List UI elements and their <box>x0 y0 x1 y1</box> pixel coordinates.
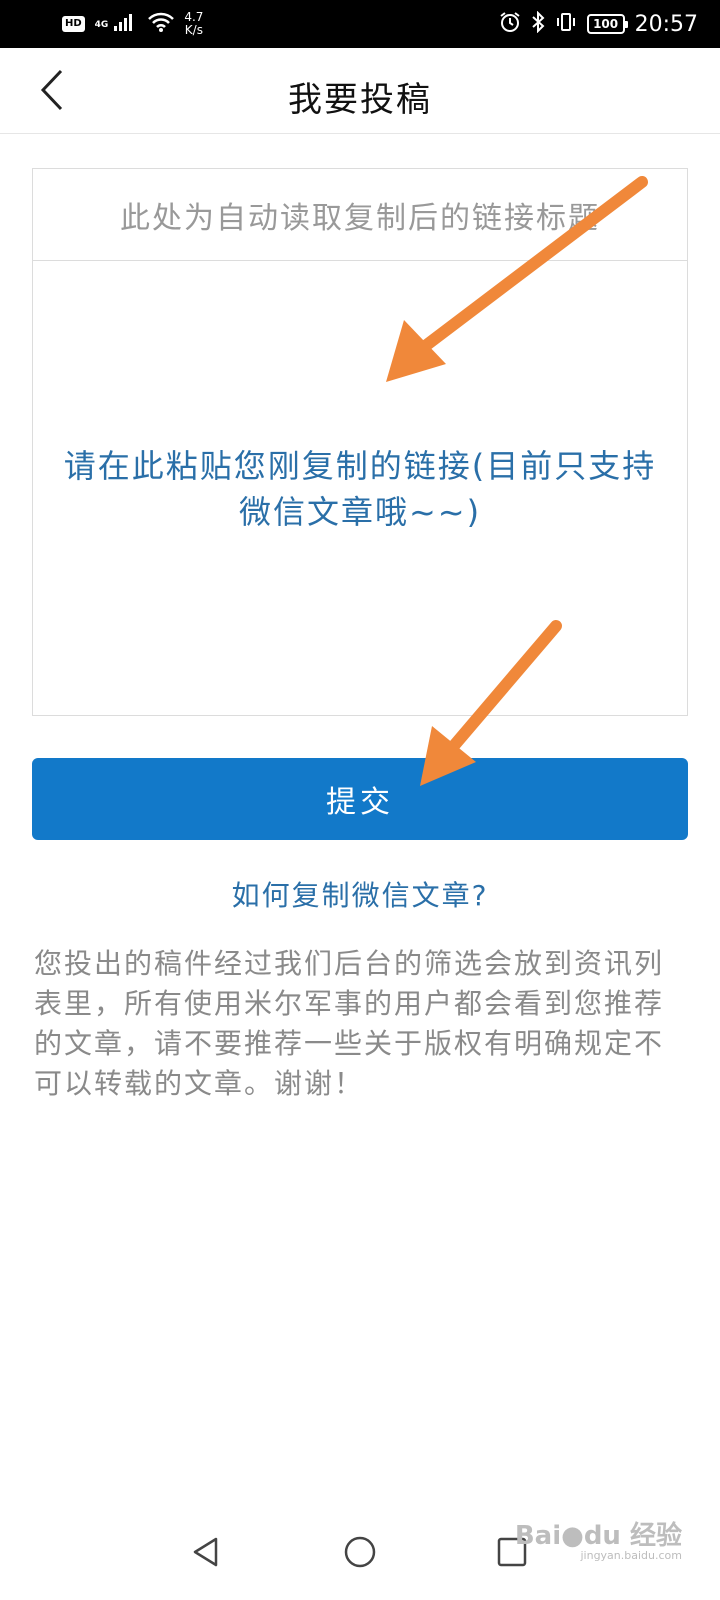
status-right: 100 20:57 <box>499 10 698 37</box>
status-bar: HD 4G 4.7 K/s 100 20:57 <box>0 0 720 48</box>
submission-form: 此处为自动读取复制后的链接标题 请在此粘贴您刚复制的链接(目前只支持微信文章哦~… <box>32 168 688 716</box>
circle-home-icon <box>342 1534 378 1574</box>
bluetooth-icon <box>531 10 545 37</box>
vibrate-icon <box>555 11 577 37</box>
nav-back-button[interactable] <box>184 1532 228 1576</box>
wifi-icon <box>148 12 175 36</box>
alarm-icon <box>499 11 521 37</box>
header: 我要投稿 <box>0 48 720 134</box>
network-type: 4G <box>94 20 109 30</box>
baidu-watermark: Bai●du 经验 jingyan.baidu.com <box>515 1522 682 1562</box>
link-input-placeholder: 请在此粘贴您刚复制的链接(目前只支持微信文章哦~~) <box>63 447 657 531</box>
how-to-copy-link[interactable]: 如何复制微信文章? <box>0 874 720 914</box>
clock: 20:57 <box>634 11 698 37</box>
network-speed: 4.7 K/s <box>184 11 203 37</box>
status-left: HD 4G 4.7 K/s <box>62 11 203 37</box>
link-title-field[interactable]: 此处为自动读取复制后的链接标题 <box>33 169 687 261</box>
hd-badge: HD <box>62 16 85 32</box>
link-input[interactable]: 请在此粘贴您刚复制的链接(目前只支持微信文章哦~~) <box>33 262 687 716</box>
speed-unit: K/s <box>184 23 203 37</box>
nav-home-button[interactable] <box>338 1532 382 1576</box>
speed-value: 4.7 <box>184 10 204 24</box>
watermark-url: jingyan.baidu.com <box>580 1549 682 1562</box>
notice-text: 您投出的稿件经过我们后台的筛选会放到资讯列表里，所有使用米尔军事的用户都会看到您… <box>34 947 665 1100</box>
watermark-brand: Bai●du 经验 <box>514 1521 682 1551</box>
battery-icon: 100 <box>586 14 628 34</box>
screen: HD 4G 4.7 K/s 100 20:57 我要投稿 此处为自动读取复制后的… <box>0 0 720 1600</box>
page-title: 我要投稿 <box>288 80 432 120</box>
triangle-back-icon <box>189 1535 223 1573</box>
signal-icon <box>114 13 138 35</box>
submit-button[interactable]: 提交 <box>32 758 688 840</box>
